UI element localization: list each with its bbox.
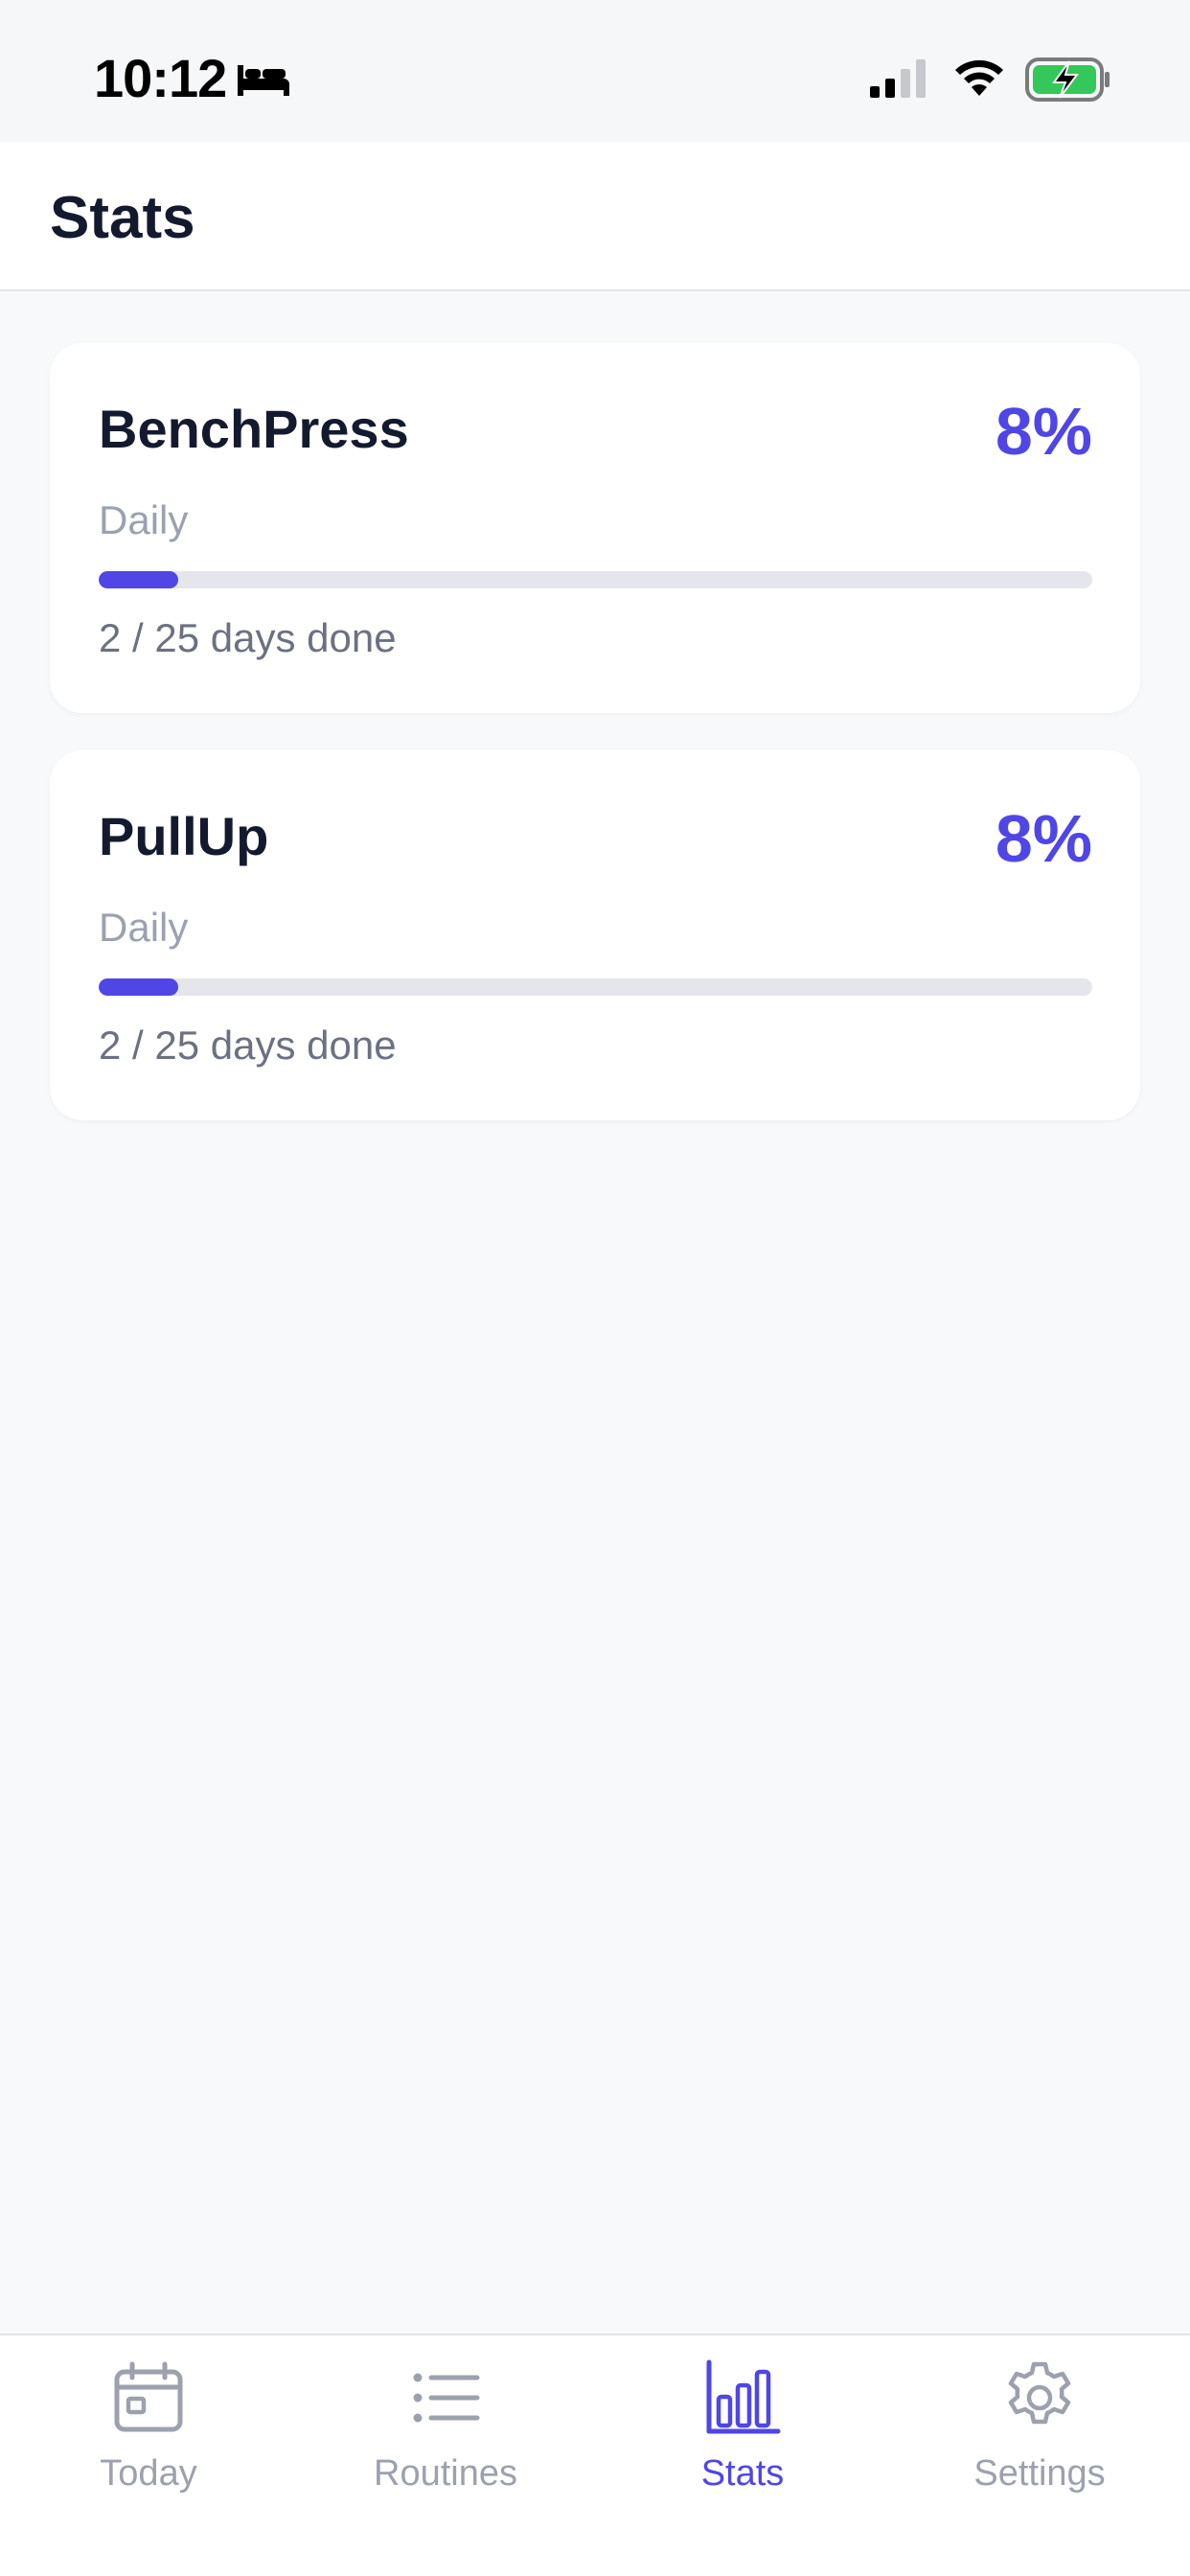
stat-card-pullup[interactable]: PullUp 8% Daily 2 / 25 days done xyxy=(50,750,1140,1120)
status-time: 10:12 xyxy=(94,48,227,108)
completion-percent: 8% xyxy=(995,801,1092,876)
routine-frequency: Daily xyxy=(99,497,189,542)
tab-label: Settings xyxy=(973,2453,1106,2494)
tab-settings[interactable]: Settings xyxy=(891,2335,1188,2508)
tab-label: Routines xyxy=(374,2453,517,2494)
screen: 10:12 Stats BenchPress 8% Daily 2 / 25 d… xyxy=(0,0,1190,2576)
tab-routines[interactable]: Routines xyxy=(297,2335,594,2508)
tab-stats[interactable]: Stats xyxy=(594,2335,891,2508)
stat-card-benchpress[interactable]: BenchPress 8% Daily 2 / 25 days done xyxy=(50,343,1140,713)
progress-text: 2 / 25 days done xyxy=(99,1023,397,1068)
completion-percent: 8% xyxy=(995,394,1092,469)
header: Stats xyxy=(0,142,1190,291)
progress-fill xyxy=(99,571,178,588)
calendar-icon xyxy=(114,2361,183,2432)
tab-label: Today xyxy=(100,2453,197,2494)
bed-icon xyxy=(238,65,289,96)
progress-text: 2 / 25 days done xyxy=(99,615,397,660)
list-icon xyxy=(413,2373,480,2423)
page-title: Stats xyxy=(50,185,195,251)
routine-frequency: Daily xyxy=(99,905,189,950)
progress-bar xyxy=(99,571,1092,588)
tab-today[interactable]: Today xyxy=(0,2335,297,2508)
tab-label: Stats xyxy=(700,2453,785,2494)
wifi-icon xyxy=(955,59,1003,96)
tab-bar: Today Routines Stats Settings xyxy=(0,2334,1190,2576)
progress-bar xyxy=(99,978,1092,996)
battery-charging-icon xyxy=(1025,58,1110,102)
bar-chart-icon xyxy=(706,2359,781,2434)
gear-icon xyxy=(1008,2361,1071,2425)
routine-name: PullUp xyxy=(99,806,269,866)
status-bar: 10:12 xyxy=(0,0,1190,142)
routine-name: BenchPress xyxy=(99,399,409,459)
signal-icon xyxy=(870,59,926,98)
progress-fill xyxy=(99,978,178,996)
